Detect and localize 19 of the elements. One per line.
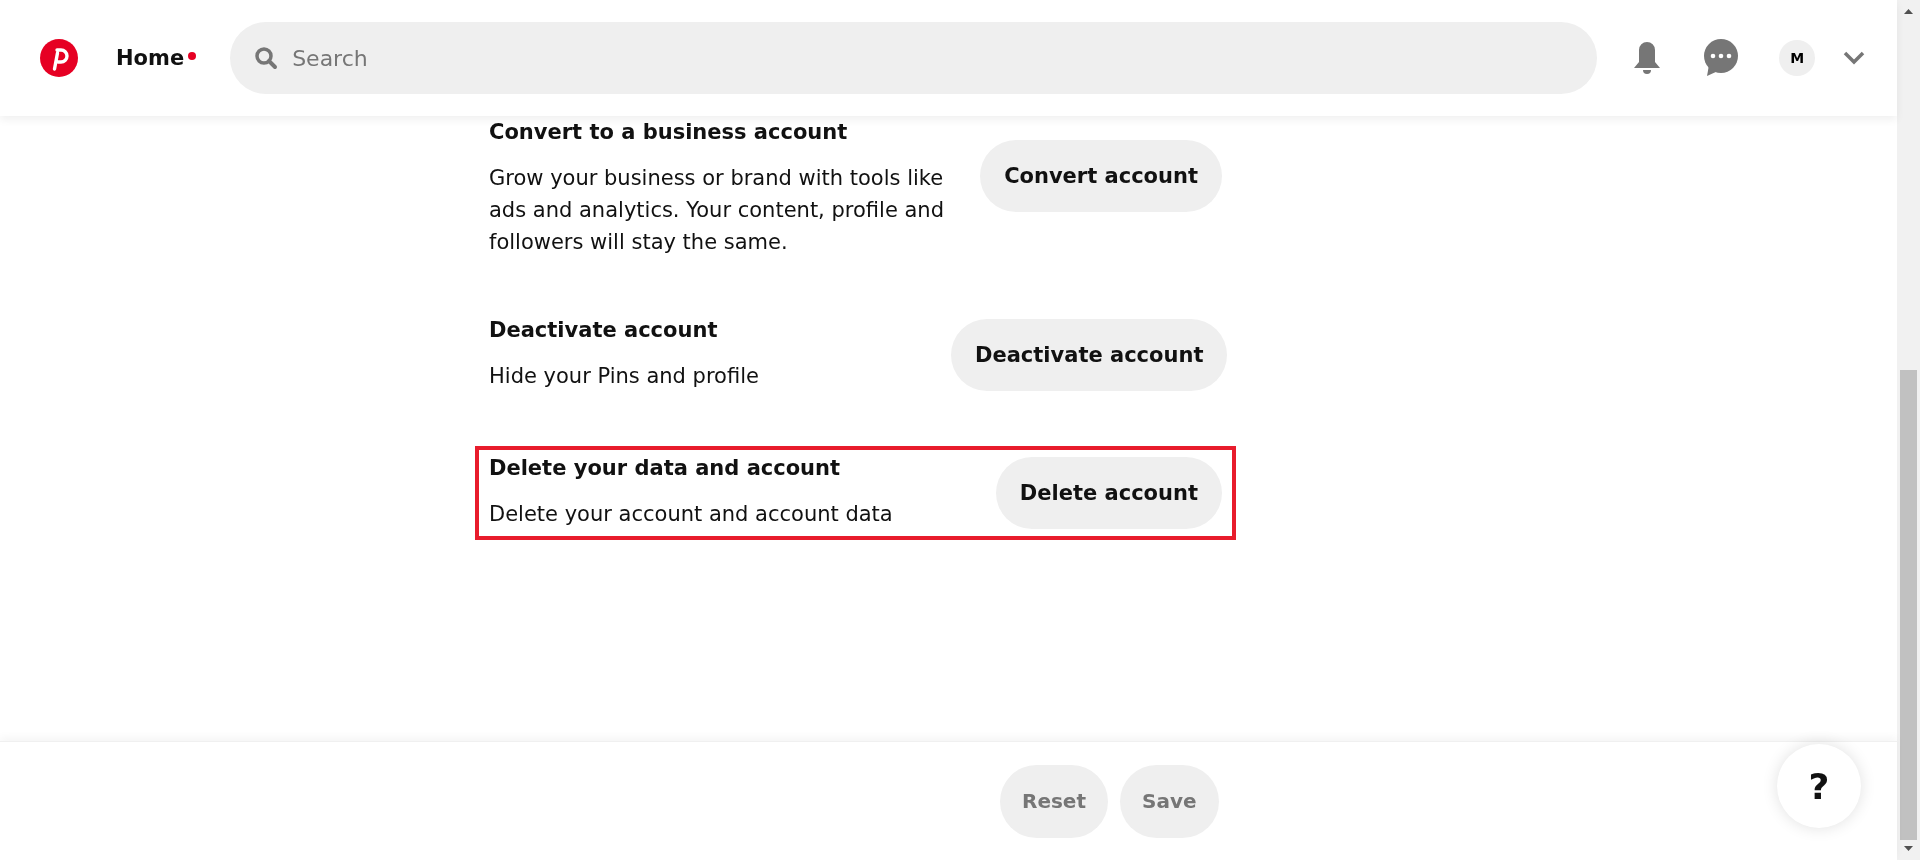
chevron-down-icon[interactable] [1843, 51, 1866, 65]
account-action-button[interactable]: Convert account [980, 140, 1222, 212]
chat-icon[interactable] [1703, 39, 1740, 77]
profile-avatar[interactable]: M [1779, 40, 1816, 76]
scrollbar[interactable] [1897, 0, 1920, 860]
account-action-button[interactable]: Delete account [995, 457, 1222, 529]
home-link[interactable]: Home [116, 46, 185, 70]
section-description: Grow your business or brand with tools like ads and analytics. Your content, profile and followers will stay the same. [489, 165, 945, 256]
section-title: Convert to a business account [489, 120, 849, 144]
account-action-button[interactable]: Deactivate account [951, 319, 1228, 391]
help-button[interactable]: ? [1777, 744, 1861, 828]
search-field[interactable]: Search [290, 44, 1574, 72]
search-icon [254, 46, 279, 70]
search-bar[interactable]: Search [230, 22, 1598, 94]
section-description: Delete your account and account data [489, 501, 894, 528]
section-title: Deactivate account [489, 318, 719, 342]
section-title: Delete your data and account [489, 456, 842, 480]
section-description: Hide your Pins and profile [489, 363, 760, 390]
pin-logo-icon[interactable] [40, 39, 78, 77]
